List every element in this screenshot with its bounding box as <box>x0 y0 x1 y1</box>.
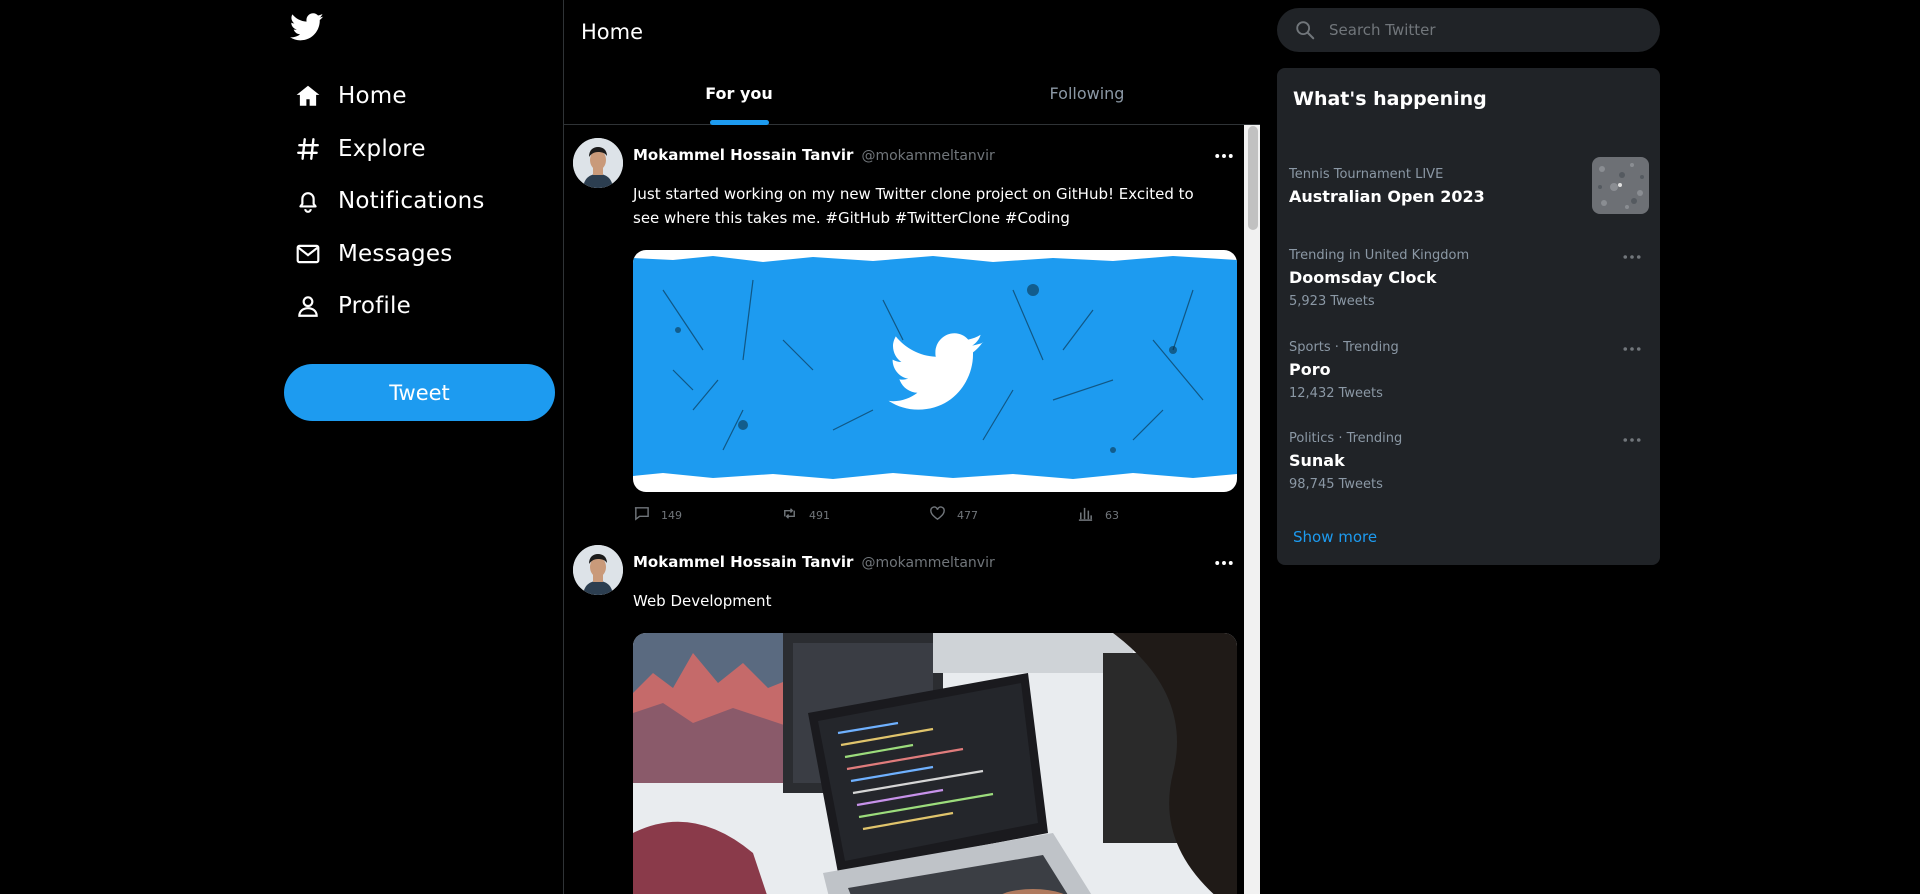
more-options-icon[interactable] <box>1212 148 1236 164</box>
reply-button[interactable]: 149 <box>633 505 682 525</box>
nav-home-label: Home <box>338 83 407 109</box>
like-count: 477 <box>957 508 978 522</box>
trend-item[interactable]: Sports · Trending Poro 12,432 Tweets <box>1277 340 1660 410</box>
trend-title: Australian Open 2023 <box>1289 187 1485 206</box>
home-icon <box>294 82 322 110</box>
tweet-image-twitter-banner[interactable] <box>633 250 1237 492</box>
heart-icon <box>929 505 946 526</box>
tweet-card[interactable]: Mokammel Hossain Tanvir @mokammeltanvir … <box>564 545 1244 894</box>
trend-context: Trending in United Kingdom <box>1289 248 1470 263</box>
nav-messages-label: Messages <box>338 241 453 267</box>
nav-notifications-label: Notifications <box>338 188 485 214</box>
retweet-count: 491 <box>809 508 830 522</box>
trend-title: Doomsday Clock <box>1289 268 1437 287</box>
author-name[interactable]: Mokammel Hossain Tanvir <box>633 553 853 571</box>
trend-item[interactable]: Trending in United Kingdom Doomsday Cloc… <box>1277 248 1660 318</box>
nav-profile[interactable]: Profile <box>294 286 411 326</box>
trend-context: Politics · Trending <box>1289 431 1403 446</box>
nav-home[interactable]: Home <box>294 76 407 116</box>
trend-item[interactable]: Tennis Tournament LIVE Australian Open 2… <box>1277 157 1660 227</box>
trend-context: Tennis Tournament LIVE <box>1289 167 1444 182</box>
tweet-header: Mokammel Hossain Tanvir @mokammeltanvir <box>633 146 995 166</box>
like-button[interactable]: 477 <box>929 505 978 525</box>
tweet-card[interactable]: Mokammel Hossain Tanvir @mokammeltanvir … <box>564 138 1244 528</box>
retweet-button[interactable]: 491 <box>781 505 830 525</box>
right-sidebar: What's happening Tennis Tournament LIVE … <box>1260 0 1920 894</box>
author-handle[interactable]: @mokammeltanvir <box>861 555 994 571</box>
retweet-icon <box>781 505 798 526</box>
views-count: 63 <box>1105 508 1119 522</box>
timeline-scrollbar[interactable] <box>1244 125 1260 894</box>
nav-messages[interactable]: Messages <box>294 234 452 274</box>
nav-profile-label: Profile <box>338 293 411 319</box>
bell-icon <box>294 187 322 215</box>
more-options-icon[interactable] <box>1620 250 1644 264</box>
tweet-text: Web Development <box>633 592 772 610</box>
trend-tweet-count: 98,745 Tweets <box>1289 477 1383 492</box>
tweet-header: Mokammel Hossain Tanvir @mokammeltanvir <box>633 553 995 573</box>
search-bar[interactable] <box>1277 8 1660 52</box>
search-icon <box>1294 19 1316 41</box>
timeline-tabs: For you Following <box>564 62 1260 125</box>
trend-context: Sports · Trending <box>1289 340 1399 355</box>
trend-tweet-count: 12,432 Tweets <box>1289 386 1383 401</box>
page-title: Home <box>581 20 644 44</box>
author-handle[interactable]: @mokammeltanvir <box>861 148 994 164</box>
hashtag-icon <box>294 135 322 163</box>
avatar[interactable] <box>573 138 623 188</box>
views-button[interactable]: 63 <box>1077 505 1119 525</box>
timeline-scrollbar-thumb[interactable] <box>1248 126 1258 230</box>
tweet-image-laptop[interactable] <box>633 633 1237 894</box>
person-icon <box>294 292 322 320</box>
tab-following[interactable]: Following <box>914 62 1260 125</box>
left-navigation: Home Explore Notifications Messages Prof… <box>284 0 564 894</box>
trends-panel: What's happening Tennis Tournament LIVE … <box>1277 68 1660 565</box>
bar-chart-icon <box>1077 505 1094 526</box>
trend-image <box>1592 157 1649 214</box>
reply-count: 149 <box>661 508 682 522</box>
trends-title: What's happening <box>1293 88 1487 110</box>
tweet-actions: 149 491 477 63 <box>633 505 1133 525</box>
mail-icon <box>294 240 322 268</box>
home-timeline: Home For you Following Mokammel Hossain … <box>563 0 1260 894</box>
avatar[interactable] <box>573 545 623 595</box>
more-options-icon[interactable] <box>1212 555 1236 571</box>
nav-explore[interactable]: Explore <box>294 129 426 169</box>
tab-for-you[interactable]: For you <box>564 62 914 125</box>
twitter-bird-icon[interactable] <box>289 10 324 44</box>
trend-title: Sunak <box>1289 451 1345 470</box>
search-input[interactable] <box>1329 21 1629 39</box>
show-more-link[interactable]: Show more <box>1293 528 1377 546</box>
tweet-button[interactable]: Tweet <box>284 364 555 421</box>
nav-explore-label: Explore <box>338 136 426 162</box>
nav-notifications[interactable]: Notifications <box>294 181 485 221</box>
more-options-icon[interactable] <box>1620 433 1644 447</box>
trend-item[interactable]: Politics · Trending Sunak 98,745 Tweets <box>1277 431 1660 501</box>
active-tab-indicator <box>710 120 769 125</box>
tweet-text: Just started working on my new Twitter c… <box>633 185 1194 227</box>
more-options-icon[interactable] <box>1620 342 1644 356</box>
reply-icon <box>633 505 650 526</box>
author-name[interactable]: Mokammel Hossain Tanvir <box>633 146 853 164</box>
trend-title: Poro <box>1289 360 1331 379</box>
trend-tweet-count: 5,923 Tweets <box>1289 294 1375 309</box>
